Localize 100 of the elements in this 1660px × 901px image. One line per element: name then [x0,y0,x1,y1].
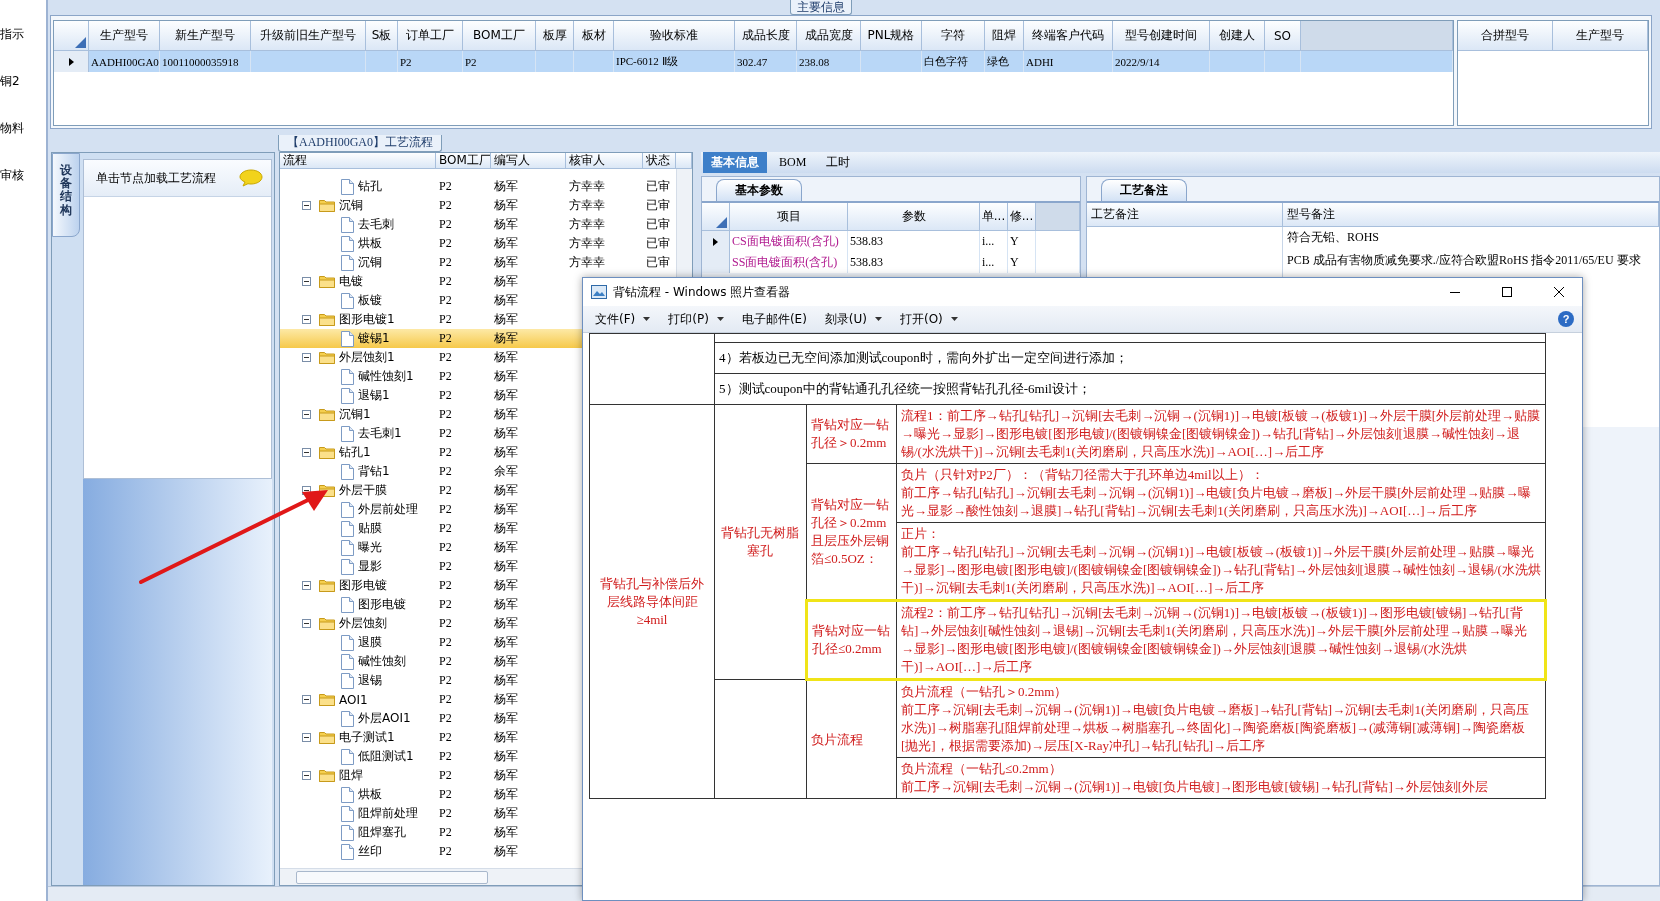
tree-row[interactable]: 碱性蚀刻 P2 杨军 [280,652,676,671]
tree-row[interactable]: 曝光 P2 杨军 [280,538,676,557]
tree-row[interactable]: 钻孔1 P2 杨军 [280,443,676,462]
column-header[interactable]: 型号创建时间 [1113,21,1210,51]
pane-tab[interactable]: 工艺备注 [1101,179,1187,201]
menu-item[interactable]: 刻录(U) [818,308,888,330]
menu-item[interactable]: 电子邮件(E) [735,308,813,330]
side-tab[interactable]: 设备结构 [52,153,80,237]
menu-item[interactable]: 打印(P) [662,308,730,330]
nav-item[interactable]: 铜2 [0,73,46,90]
column-header[interactable]: 参数 [848,203,980,231]
column-header[interactable]: 板材 [574,21,614,51]
column-header[interactable]: 字符 [922,21,985,51]
column-header[interactable]: 项目 [730,203,848,231]
tree-row[interactable]: AOI1 P2 杨军 [280,690,676,709]
help-button[interactable]: ? [1558,311,1574,327]
collapse-icon[interactable] [302,695,311,704]
collapse-icon[interactable] [302,315,311,324]
tree-row[interactable]: 阻焊 P2 杨军 [280,766,676,785]
folder-icon [319,579,335,592]
tree-row[interactable]: 外层蚀刻1 P2 杨军 [280,348,676,367]
tree-row[interactable]: 退膜 P2 杨军 [280,633,676,652]
column-header[interactable]: 核审人 [566,153,643,169]
tree-row[interactable]: 低阻测试1 P2 杨军 [280,747,676,766]
column-header[interactable]: 生产型号 [89,21,160,51]
column-header[interactable]: 订单工厂 [398,21,463,51]
table-cell: 杨军 [494,406,518,423]
column-header[interactable]: 升级前旧生产型号 [251,21,366,51]
table-cell: P2 [439,654,452,669]
collapse-icon[interactable] [302,410,311,419]
tab[interactable]: BOM [771,152,815,173]
tree-row[interactable]: 电子测试1 P2 杨军 [280,728,676,747]
column-header[interactable]: 修... [1008,203,1036,231]
file-icon [341,672,354,689]
collapse-icon[interactable] [302,201,311,210]
header-corner[interactable] [54,21,89,51]
tree-row[interactable]: 阻焊塞孔 P2 杨军 [280,823,676,842]
tree-row[interactable]: 烘板 P2 杨军 [280,785,676,804]
column-header[interactable]: 成品宽度 [797,21,861,51]
column-header[interactable]: BOM工厂 [463,21,536,51]
tree-row[interactable]: 阻焊前处理 P2 杨军 [280,804,676,823]
tree-row[interactable]: 碱性蚀刻1 P2 杨军 [280,367,676,386]
collapse-icon[interactable] [302,771,311,780]
column-header[interactable]: PNL规格 [861,21,922,51]
menu-item[interactable]: 文件(F) [589,308,657,330]
tab[interactable]: 工时 [818,152,859,173]
menu-item[interactable]: 打开(O) [894,308,964,330]
column-header[interactable]: 单... [980,203,1008,231]
nav-item[interactable]: 物料 [0,120,46,137]
tab[interactable]: 基本信息 [703,152,767,173]
tree-row[interactable]: 沉铜1 P2 杨军 [280,405,676,424]
tree-row[interactable]: 背钻1 P2 余军 [280,462,676,481]
tree-node-label: 退锡 [358,672,382,689]
nav-item[interactable]: 审核 [0,167,46,184]
tree-row[interactable]: 沉铜 P2 杨军 方幸幸 已审 [280,196,676,215]
nav-item[interactable]: 指示 [0,26,46,43]
collapse-icon[interactable] [302,448,311,457]
column-header[interactable]: 状态 [643,153,676,169]
table-cell: 杨军 [494,311,518,328]
collapse-icon[interactable] [302,733,311,742]
tree-row[interactable]: 外层前处理 P2 杨军 [280,500,676,519]
header-corner[interactable] [702,203,730,231]
tree-row[interactable]: 外层AOI1 P2 杨军 [280,709,676,728]
collapse-icon[interactable] [302,353,311,362]
column-header[interactable]: 新生产型号 [160,21,251,51]
column-header[interactable]: 成品长度 [735,21,797,51]
tree-row[interactable]: 贴膜 P2 杨军 [280,519,676,538]
flow-text: 前工序→钻孔[钻孔]→沉铜[去毛刺→沉铜→(沉铜1)]→电镀[板镀→(板镀1)]→外层干膜[外层前处理→贴膜→曝光→显影]→图形电镀[图形电镀]/(图镀铜镍金[图镀铜镍金])→钻孔[背钻]→外层蚀刻[退膜→碱性蚀刻→退锡/(水洗烘干)]→沉铜[去毛刺1(关闭磨刷，只高压水洗)]→AOI[…]→后工序 [901,543,1541,597]
collapse-icon[interactable] [302,277,311,286]
column-header[interactable]: 合拼型号 [1458,21,1553,51]
row-header[interactable] [54,51,89,72]
tree-row[interactable]: 去毛刺1 P2 杨军 [280,424,676,443]
table-cell: 白色字符 [922,51,985,72]
column-header[interactable]: 创建人 [1210,21,1265,51]
column-header[interactable]: 验收标准 [614,21,735,51]
tree-row[interactable]: 显影 P2 杨军 [280,557,676,576]
tree-row[interactable]: 退锡1 P2 杨军 [280,386,676,405]
column-header[interactable]: 编写人 [491,153,566,169]
tree-row[interactable]: 沉铜 P2 杨军 方幸幸 已审 [280,253,676,272]
pane-tab[interactable]: 基本参数 [716,179,802,201]
tree-row[interactable]: 去毛刺 P2 杨军 方幸幸 已审 [280,215,676,234]
column-header[interactable]: S板 [366,21,398,51]
column-header[interactable]: 型号备注 [1283,203,1659,227]
tree-row[interactable]: 烘板 P2 杨军 方幸幸 已审 [280,234,676,253]
column-header[interactable]: 板厚 [536,21,574,51]
column-header[interactable]: 工艺备注 [1087,203,1283,227]
tree-node-label: 沉铜 [339,197,363,214]
row-header[interactable] [702,231,730,252]
tree-row[interactable]: 退锡 P2 杨军 [280,671,676,690]
collapse-icon[interactable] [302,619,311,628]
table-cell: 杨军 [494,558,518,575]
column-header[interactable]: 终端客户代码 [1024,21,1113,51]
tree-row[interactable]: 丝印 P2 杨军 [280,842,676,861]
tree-row[interactable]: 钻孔 P2 杨军 方幸幸 已审 [280,177,676,196]
column-header[interactable]: 阻焊 [985,21,1024,51]
column-header[interactable]: SO [1265,21,1301,51]
column-header[interactable]: 流程 [280,153,436,169]
collapse-icon[interactable] [302,581,311,590]
column-header[interactable]: BOM工厂 [436,153,491,169]
column-header[interactable]: 生产型号 [1553,21,1648,51]
